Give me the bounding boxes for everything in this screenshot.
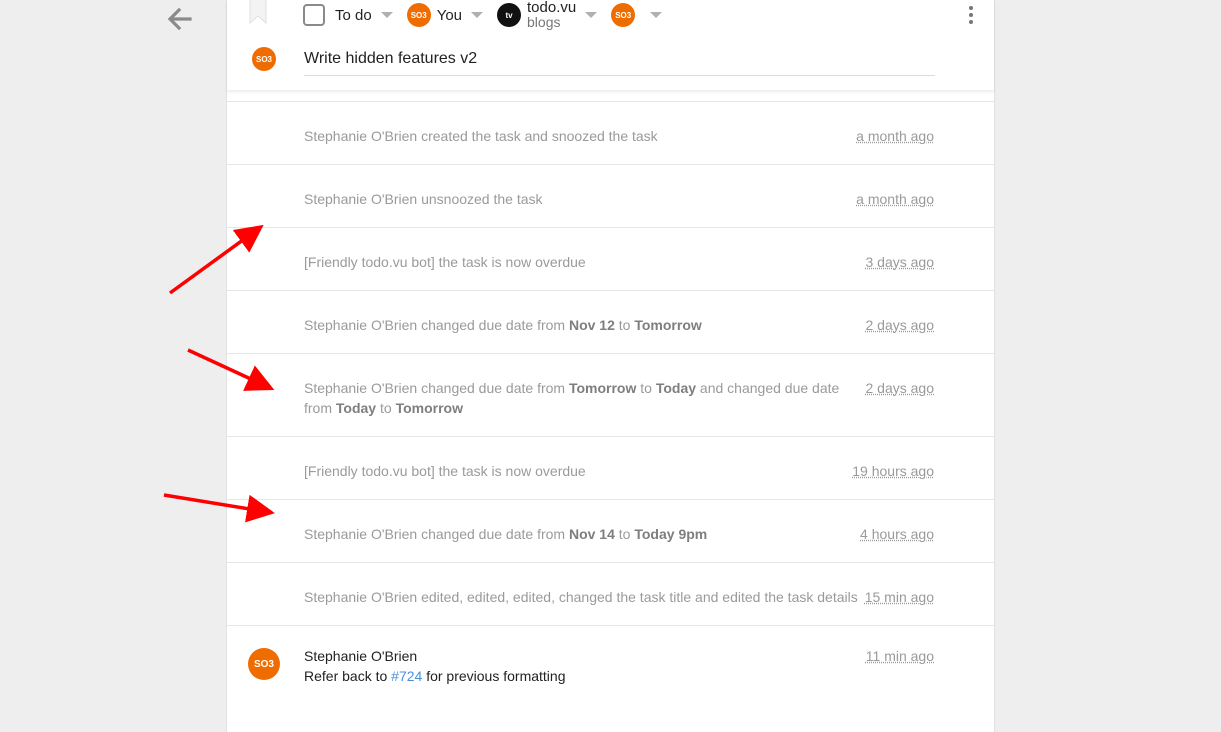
comment-body: Refer back to #724 for previous formatti… — [304, 668, 566, 684]
comment-author: Stephanie O'Brien — [304, 648, 418, 664]
activity-text: [Friendly todo.vu bot] the task is now o… — [304, 254, 586, 270]
date-from: Today — [335, 400, 377, 416]
activity-time[interactable]: 15 min ago — [865, 587, 934, 607]
date-to: Tomorrow — [634, 317, 702, 333]
activity-text: Stephanie O'Brien changed due date from … — [304, 317, 702, 333]
activity-text: Stephanie O'Brien edited, edited, edited… — [304, 589, 858, 605]
follower-avatar[interactable]: SO3 — [611, 3, 636, 27]
activity-time[interactable]: a month ago — [856, 126, 934, 146]
activity-row: Stephanie O'Brien created the task and s… — [227, 101, 994, 164]
activity-text: Stephanie O'Brien created the task and s… — [304, 128, 658, 144]
activity-time[interactable]: 4 hours ago — [860, 524, 934, 544]
task-link[interactable]: #724 — [391, 668, 422, 684]
status-label[interactable]: To do — [335, 7, 372, 24]
comment-time[interactable]: 11 min ago — [866, 648, 934, 664]
project-name: todo.vu — [527, 0, 577, 16]
date-from: Nov 14 — [568, 526, 615, 542]
task-panel: To do SO3 You tv todo.vu blogs SO3 SO3 S… — [226, 0, 995, 732]
activity-text: [Friendly todo.vu bot] the task is now o… — [304, 463, 586, 479]
project-sub: blogs — [527, 14, 561, 30]
comment-avatar: SO3 — [248, 648, 280, 680]
bookmark-icon[interactable] — [249, 0, 267, 24]
assignee-avatar[interactable]: SO3 — [406, 3, 431, 27]
activity-row: Stephanie O'Brien changed due date from … — [227, 290, 994, 353]
activity-row: Stephanie O'Brien changed due date from … — [227, 499, 994, 562]
task-header: To do SO3 You tv todo.vu blogs SO3 SO3 — [227, 0, 994, 90]
date-from: Nov 12 — [568, 317, 615, 333]
date-from: Tomorrow — [568, 380, 637, 396]
date-to: Today — [655, 380, 697, 396]
date-to: Tomorrow — [395, 400, 463, 416]
activity-text: Stephanie O'Brien changed due date from … — [304, 380, 840, 416]
follower-dropdown-icon[interactable] — [650, 12, 663, 18]
status-checkbox[interactable] — [303, 4, 325, 26]
activity-row: [Friendly todo.vu bot] the task is now o… — [227, 436, 994, 499]
activity-list: Stephanie O'Brien created the task and s… — [227, 101, 994, 732]
assignee-dropdown-icon[interactable] — [471, 12, 484, 18]
status-dropdown-icon[interactable] — [380, 12, 393, 18]
project-dropdown-icon[interactable] — [585, 12, 598, 18]
activity-row: Stephanie O'Brien edited, edited, edited… — [227, 562, 994, 625]
activity-text: Stephanie O'Brien changed due date from … — [304, 526, 708, 542]
activity-time[interactable]: a month ago — [856, 189, 934, 209]
project-selector[interactable]: todo.vu blogs — [527, 0, 577, 30]
project-avatar[interactable]: tv — [497, 3, 522, 27]
task-toolbar: To do SO3 You tv todo.vu blogs SO3 — [303, 0, 676, 30]
activity-row: Stephanie O'Brien unsnoozed the task a m… — [227, 164, 994, 227]
activity-row: [Friendly todo.vu bot] the task is now o… — [227, 227, 994, 290]
activity-time[interactable]: 2 days ago — [866, 378, 935, 398]
activity-text: Stephanie O'Brien unsnoozed the task — [304, 191, 543, 207]
back-button[interactable] — [164, 4, 194, 34]
comment: SO3 Stephanie O'Brien Refer back to #724… — [227, 625, 994, 732]
activity-row: Stephanie O'Brien changed due date from … — [227, 353, 994, 436]
arrow-left-icon[interactable] — [164, 4, 194, 34]
title-avatar: SO3 — [252, 47, 276, 71]
activity-time[interactable]: 19 hours ago — [852, 461, 934, 481]
more-options-icon[interactable] — [968, 6, 974, 24]
assignee-label[interactable]: You — [437, 7, 462, 24]
task-title-input[interactable] — [304, 46, 935, 76]
date-to: Today 9pm — [634, 526, 708, 542]
activity-time[interactable]: 2 days ago — [866, 315, 935, 335]
activity-time[interactable]: 3 days ago — [866, 252, 935, 272]
